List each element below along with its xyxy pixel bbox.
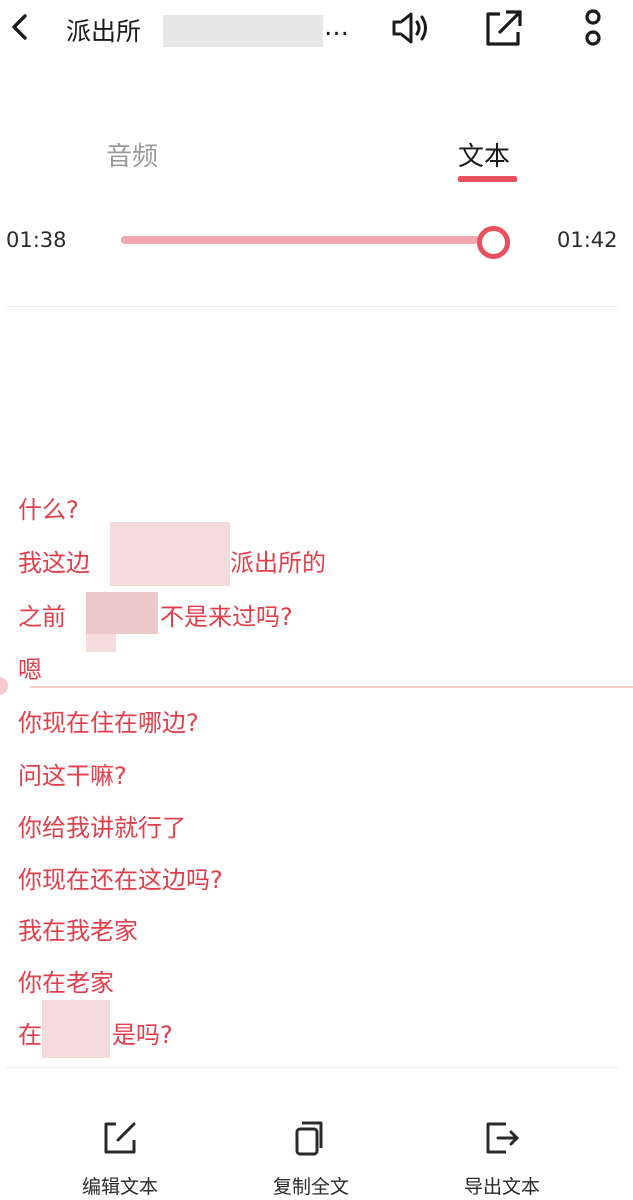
divider: [6, 306, 618, 307]
speaker-icon: [392, 12, 427, 44]
active-tab-indicator: [458, 176, 517, 182]
edit-text-label: 编辑文本: [81, 1176, 158, 1198]
transcript-line[interactable]: 在: [18, 1015, 42, 1050]
copy-all-button[interactable]: 复制全文: [251, 1110, 371, 1200]
transcript-line[interactable]: 嗯: [18, 650, 42, 685]
total-time: 01:42: [557, 228, 618, 252]
tab-audio[interactable]: 音频: [106, 136, 158, 173]
redacted-region: [86, 592, 158, 634]
playhead-dot[interactable]: [0, 677, 8, 695]
share-icon: [486, 10, 522, 46]
transcript-line[interactable]: 你现在还在这边吗?: [18, 860, 223, 895]
transcript-line[interactable]: 我这边: [18, 543, 90, 578]
redacted-region: [42, 1000, 110, 1058]
edit-icon: [104, 1122, 136, 1154]
tab-text[interactable]: 文本: [458, 136, 510, 173]
title-text: 派出所: [66, 17, 142, 46]
transcript-line[interactable]: 我在我老家: [18, 911, 138, 946]
page-title: 派出所 …: [66, 10, 366, 47]
transcript-line[interactable]: 什么?: [18, 490, 79, 525]
transcript-line[interactable]: 问这干嘛?: [18, 756, 127, 791]
top-bar: 派出所 …: [0, 0, 633, 56]
speaker-button[interactable]: [388, 6, 434, 50]
copy-all-label: 复制全文: [272, 1176, 349, 1198]
redacted-region: [86, 634, 116, 652]
progress-fill: [121, 236, 479, 244]
transcript-line[interactable]: 派出所的: [230, 543, 326, 578]
transcript-line[interactable]: 你给我讲就行了: [18, 808, 186, 843]
current-time: 01:38: [6, 228, 67, 252]
export-text-button[interactable]: 导出文本: [442, 1110, 562, 1200]
export-icon: [486, 1122, 519, 1154]
progress-track[interactable]: [121, 236, 493, 244]
copy-icon: [295, 1121, 323, 1156]
title-ellipsis: …: [324, 12, 349, 41]
redacted-title-region: [163, 15, 323, 47]
transcript-line[interactable]: 你现在住在哪边?: [18, 703, 199, 738]
share-button[interactable]: [480, 6, 526, 50]
progress-thumb[interactable]: [477, 226, 510, 259]
transcript-line[interactable]: 你在老家: [18, 963, 114, 998]
redacted-region: [110, 522, 230, 586]
more-vertical-icon: [585, 9, 601, 46]
divider: [6, 1067, 618, 1068]
export-text-label: 导出文本: [463, 1176, 540, 1198]
edit-text-button[interactable]: 编辑文本: [60, 1110, 180, 1200]
back-button[interactable]: [6, 12, 34, 42]
transcript-line[interactable]: 不是来过吗?: [160, 597, 293, 632]
transcript-line[interactable]: 是吗?: [112, 1015, 173, 1050]
more-button[interactable]: [572, 6, 618, 50]
transcript-line[interactable]: 之前: [18, 597, 66, 632]
chevron-left-icon: [12, 14, 27, 40]
playhead-line: [30, 686, 633, 688]
